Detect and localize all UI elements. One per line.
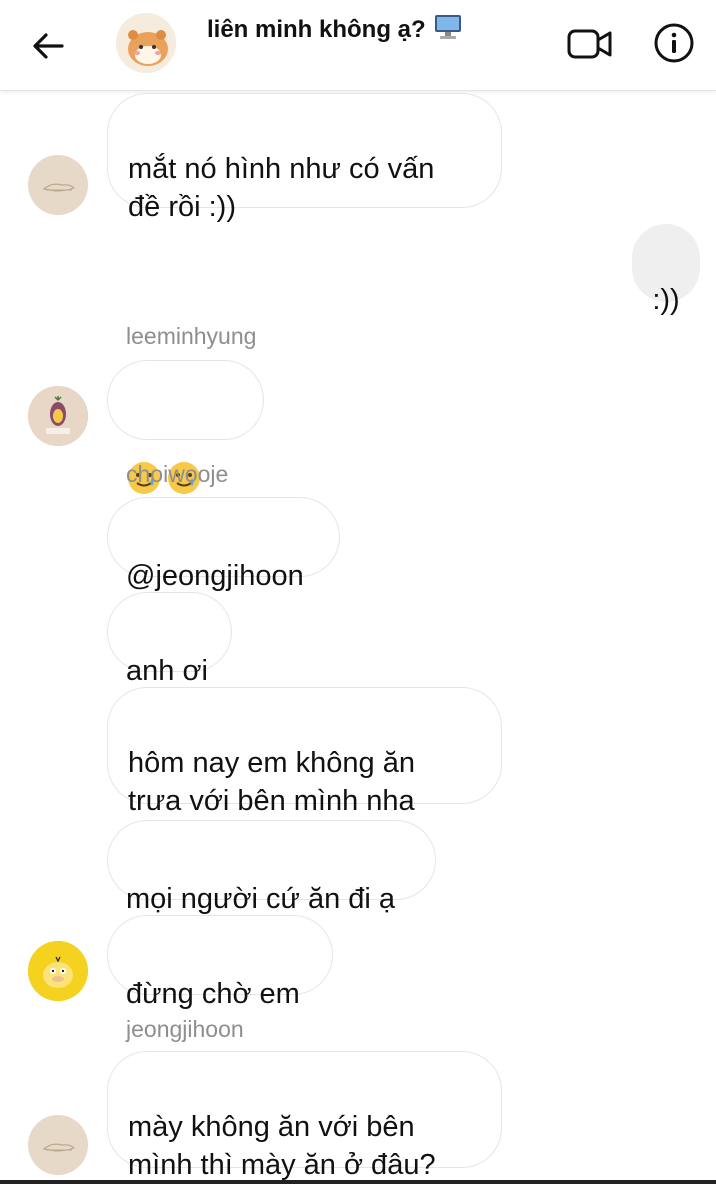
message-text: :)): [652, 284, 680, 316]
avatar-jeongjihoon[interactable]: [28, 1115, 88, 1175]
message-text: đừng chờ em: [126, 978, 300, 1010]
sweet-potato-avatar-icon: [28, 386, 88, 446]
hamster-icon: [116, 13, 176, 73]
chat-title[interactable]: liên minh không ạ?: [207, 14, 462, 47]
message-bubble[interactable]: @jeongjihoon: [107, 497, 340, 592]
message-text: mọi người cứ ăn đi ạ: [126, 883, 396, 915]
psyduck-avatar-icon: [28, 941, 88, 1001]
video-call-icon[interactable]: [566, 24, 614, 64]
message-bubble[interactable]: mắt nó hình như có vấn đề rồi :)): [107, 93, 502, 223]
message-text: hôm nay em không ăn trưa với bên mình nh…: [128, 747, 415, 817]
avatar-jeongjihoon[interactable]: [28, 155, 88, 215]
desktop-computer-icon: [434, 14, 462, 47]
message-bubble[interactable]: hôm nay em không ăn trưa với bên mình nh…: [107, 687, 502, 817]
avatar-choiwooje[interactable]: [28, 941, 88, 1001]
message-bubble[interactable]: mọi người cứ ăn đi ạ: [107, 820, 436, 915]
message-bubble[interactable]: mày không ăn với bên mình thì mày ăn ở đ…: [107, 1051, 502, 1181]
chat-title-text: liên minh không ạ?: [207, 15, 426, 43]
message-bubble-mine[interactable]: :)): [632, 224, 700, 316]
chat-header: liên minh không ạ?: [0, 0, 716, 91]
info-icon[interactable]: [653, 22, 695, 64]
message-bubble[interactable]: đừng chờ em: [107, 915, 333, 1010]
message-thread[interactable]: mắt nó hình như có vấn đề rồi :)) :)) le…: [0, 91, 716, 1184]
message-bubble[interactable]: anh ơi: [107, 592, 232, 687]
sender-name: jeongjihoon: [126, 1016, 244, 1042]
message-text: mắt nó hình như có vấn đề rồi :)): [128, 153, 435, 223]
avatar-leeminhyung[interactable]: [28, 386, 88, 446]
message-text: @jeongjihoon: [126, 560, 304, 592]
back-arrow-icon[interactable]: [28, 26, 68, 66]
group-avatar[interactable]: [116, 13, 176, 73]
bottom-divider: [0, 1180, 716, 1184]
sketch-avatar-icon: [42, 183, 76, 192]
message-text: anh ơi: [126, 655, 208, 687]
sender-name: choiwooje: [126, 461, 229, 487]
smiling-face-with-tear-icon: [166, 422, 202, 495]
message-bubble[interactable]: [107, 360, 264, 533]
message-text: mày không ăn với bên mình thì mày ăn ở đ…: [128, 1111, 436, 1181]
smiling-face-with-tear-icon: [126, 422, 162, 495]
sender-name: leeminhyung: [126, 323, 257, 349]
sketch-avatar-icon: [42, 1143, 76, 1152]
